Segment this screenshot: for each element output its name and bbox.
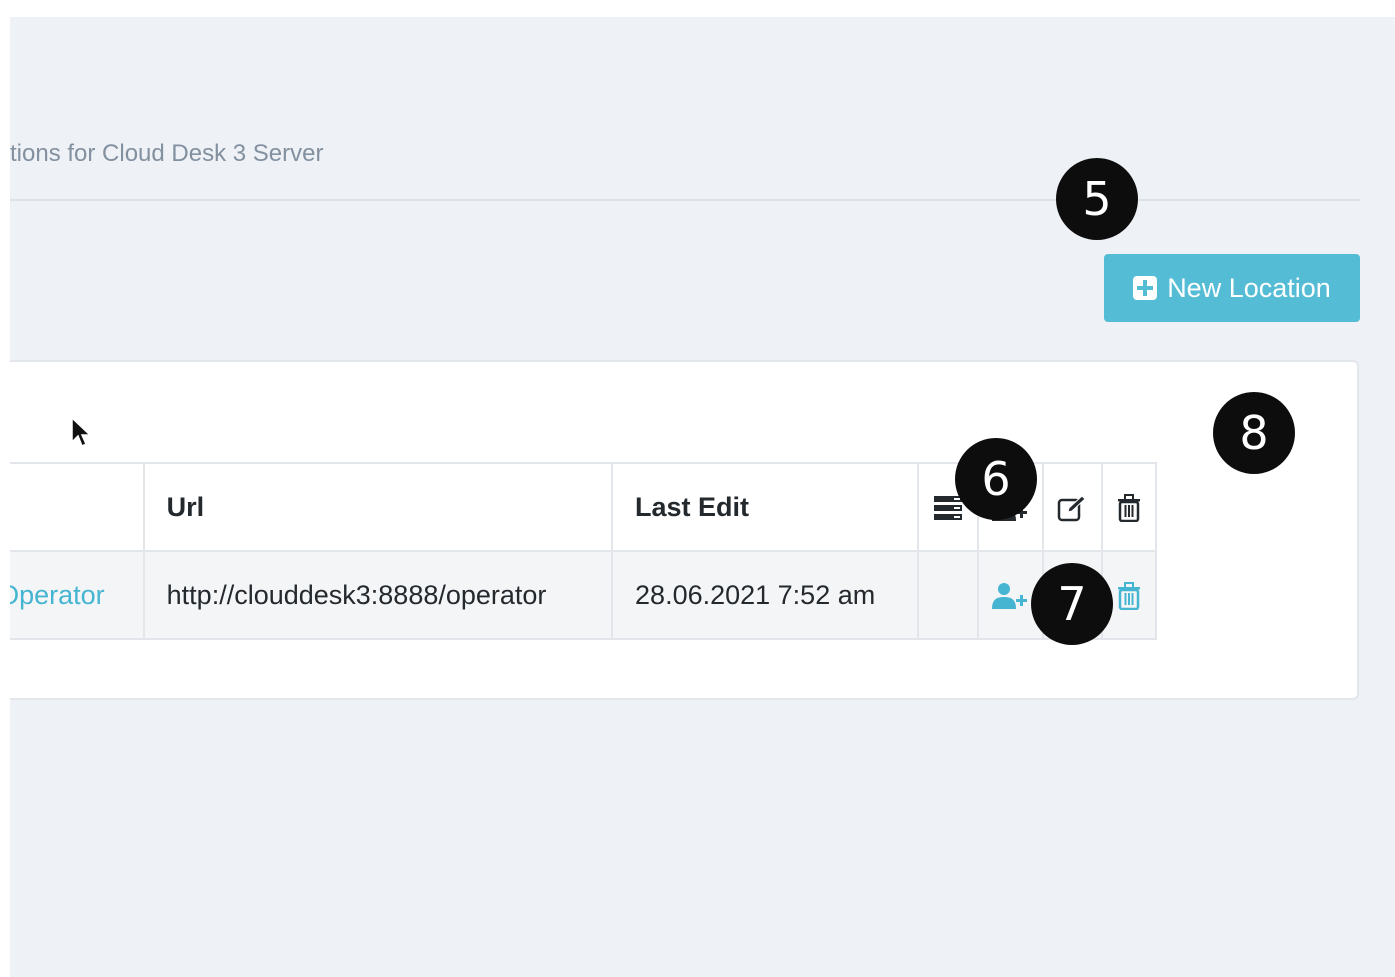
header-divider — [10, 199, 1360, 201]
location-url-cell: http://clouddesk3:8888/operator — [142, 550, 614, 640]
add-user-icon[interactable] — [992, 582, 1028, 610]
plus-square-icon — [1133, 276, 1158, 300]
trash-icon — [1118, 494, 1141, 523]
edit-icon — [1058, 495, 1087, 522]
table-row: k 3 Operator http://clouddesk3:8888/oper… — [10, 550, 1157, 640]
mouse-cursor-icon — [71, 417, 92, 448]
location-name-cell: k 3 Operator — [10, 550, 145, 640]
location-name-link[interactable]: k 3 Operator — [10, 580, 105, 610]
locations-card: Url Last Edit perator http://clouddesk3:… — [10, 360, 1359, 700]
new-location-label: New Location — [1167, 272, 1331, 303]
page-content: tions for Cloud Desk 3 Server New Locati… — [10, 17, 1395, 977]
step-marker-6: 6 — [955, 438, 1037, 520]
step-marker-8: 8 — [1213, 392, 1295, 474]
column-header-last-edit: Last Edit — [611, 462, 919, 552]
server-list-icon — [933, 496, 962, 521]
column-header-edit — [1041, 462, 1104, 552]
location-last-edit-cell: 28.06.2021 7:52 am — [611, 550, 919, 640]
column-header-url: Url — [142, 462, 614, 552]
column-header-delete — [1101, 462, 1157, 552]
step-marker-5: 5 — [1056, 158, 1138, 240]
new-location-button[interactable]: New Location — [1104, 254, 1360, 322]
row-servers-cell — [916, 550, 980, 640]
step-marker-7: 7 — [1031, 563, 1113, 645]
column-header-name — [10, 462, 145, 552]
trash-icon[interactable] — [1117, 582, 1141, 611]
page-subtitle: tions for Cloud Desk 3 Server — [10, 140, 324, 167]
